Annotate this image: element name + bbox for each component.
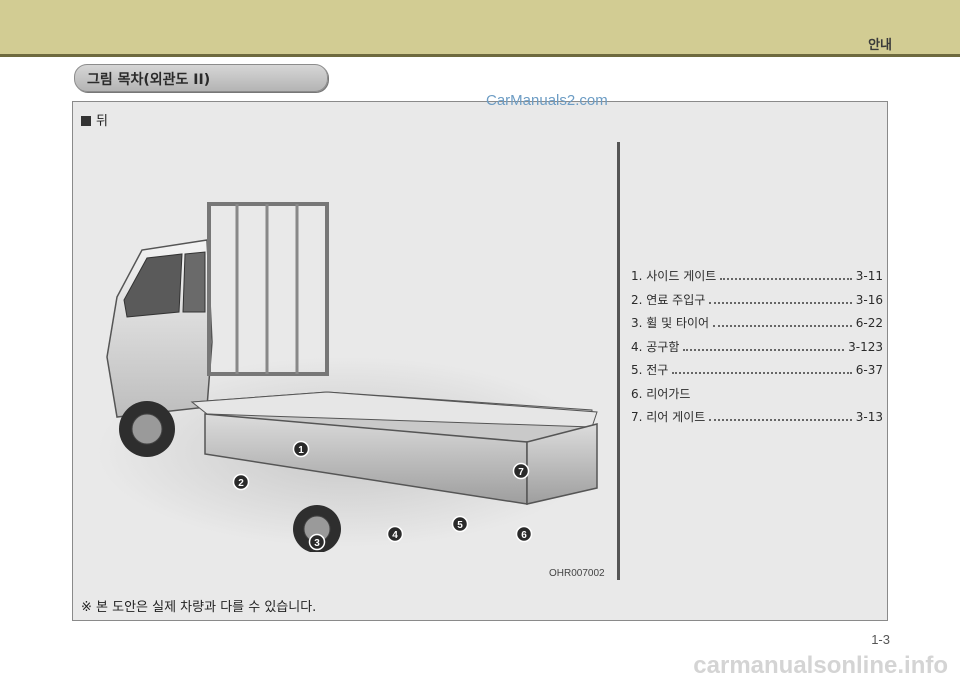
vertical-divider (617, 142, 620, 580)
callout-4: 4 (386, 525, 404, 543)
svg-text:5: 5 (457, 520, 463, 531)
leader-dots (720, 278, 852, 280)
item-page: 3-16 (855, 292, 883, 307)
image-code: OHR007002 (549, 568, 605, 579)
callout-1: 1 (292, 440, 310, 458)
list-item: 4. 공구함 3-123 (631, 338, 883, 362)
square-bullet-icon (81, 116, 91, 126)
leader-dots (713, 325, 852, 327)
item-list: 1. 사이드 게이트 3-11 2. 연료 주입구 3-16 3. 휠 및 타이어 6… (631, 267, 883, 432)
leader-dots (683, 348, 845, 351)
leader-dots (709, 419, 852, 421)
leader-dots (672, 372, 852, 374)
header-rule (0, 54, 960, 57)
section-title: 안내 (868, 38, 892, 53)
list-item: 6. 리어가드 (631, 385, 883, 409)
item-label: 2. 연료 주입구 (631, 292, 706, 307)
leader-dots (709, 301, 852, 304)
item-page: 3-13 (855, 410, 883, 424)
item-page: 6-37 (855, 363, 883, 377)
svg-text:7: 7 (518, 467, 524, 478)
list-item: 5. 전구 6-37 (631, 361, 883, 385)
header-band (0, 0, 960, 54)
figure-panel: 뒤 1 2 3 4 5 6 7 OHR007002 1. 사이드 게이트 3-1… (72, 101, 888, 621)
item-label: 3. 휠 및 타이어 (631, 316, 710, 330)
footer-text: carmanualsonline.info (693, 652, 948, 679)
disclaimer-note: ※ 본 도안은 실제 차량과 다를 수 있습니다. (81, 600, 317, 615)
svg-text:2: 2 (238, 478, 244, 489)
svg-text:4: 4 (392, 530, 398, 541)
page-title-pill: 그림 목차(외관도 II) (74, 64, 328, 92)
truck-illustration: 1 2 3 4 5 6 7 (97, 202, 598, 552)
view-label-text: 뒤 (96, 114, 108, 129)
item-label: 6. 리어가드 (631, 386, 691, 401)
page-title: 그림 목차(외관도 II) (87, 72, 211, 88)
callout-2: 2 (232, 473, 250, 491)
svg-text:1: 1 (298, 445, 304, 456)
item-label: 7. 리어 게이트 (631, 410, 706, 424)
list-item: 3. 휠 및 타이어 6-22 (631, 314, 883, 338)
item-label: 4. 공구함 (631, 339, 680, 354)
footer-watermark: carmanualsonline.info (0, 650, 960, 685)
item-page: 3-123 (848, 339, 883, 354)
list-item: 7. 리어 게이트 3-13 (631, 408, 883, 432)
callout-7: 7 (512, 462, 530, 480)
callout-3: 3 (308, 533, 326, 551)
item-page: 6-22 (855, 316, 883, 330)
watermark-link[interactable]: CarManuals2.com (486, 92, 608, 109)
page-number: 1-3 (871, 632, 890, 647)
callout-6: 6 (515, 525, 533, 543)
item-page: 3-11 (855, 269, 883, 283)
list-item: 1. 사이드 게이트 3-11 (631, 267, 883, 291)
item-label: 5. 전구 (631, 363, 669, 377)
list-item: 2. 연료 주입구 3-16 (631, 291, 883, 315)
view-label: 뒤 (81, 110, 108, 129)
item-label: 1. 사이드 게이트 (631, 269, 717, 283)
callout-5: 5 (451, 515, 469, 533)
svg-text:6: 6 (521, 530, 527, 541)
svg-text:3: 3 (314, 538, 320, 549)
